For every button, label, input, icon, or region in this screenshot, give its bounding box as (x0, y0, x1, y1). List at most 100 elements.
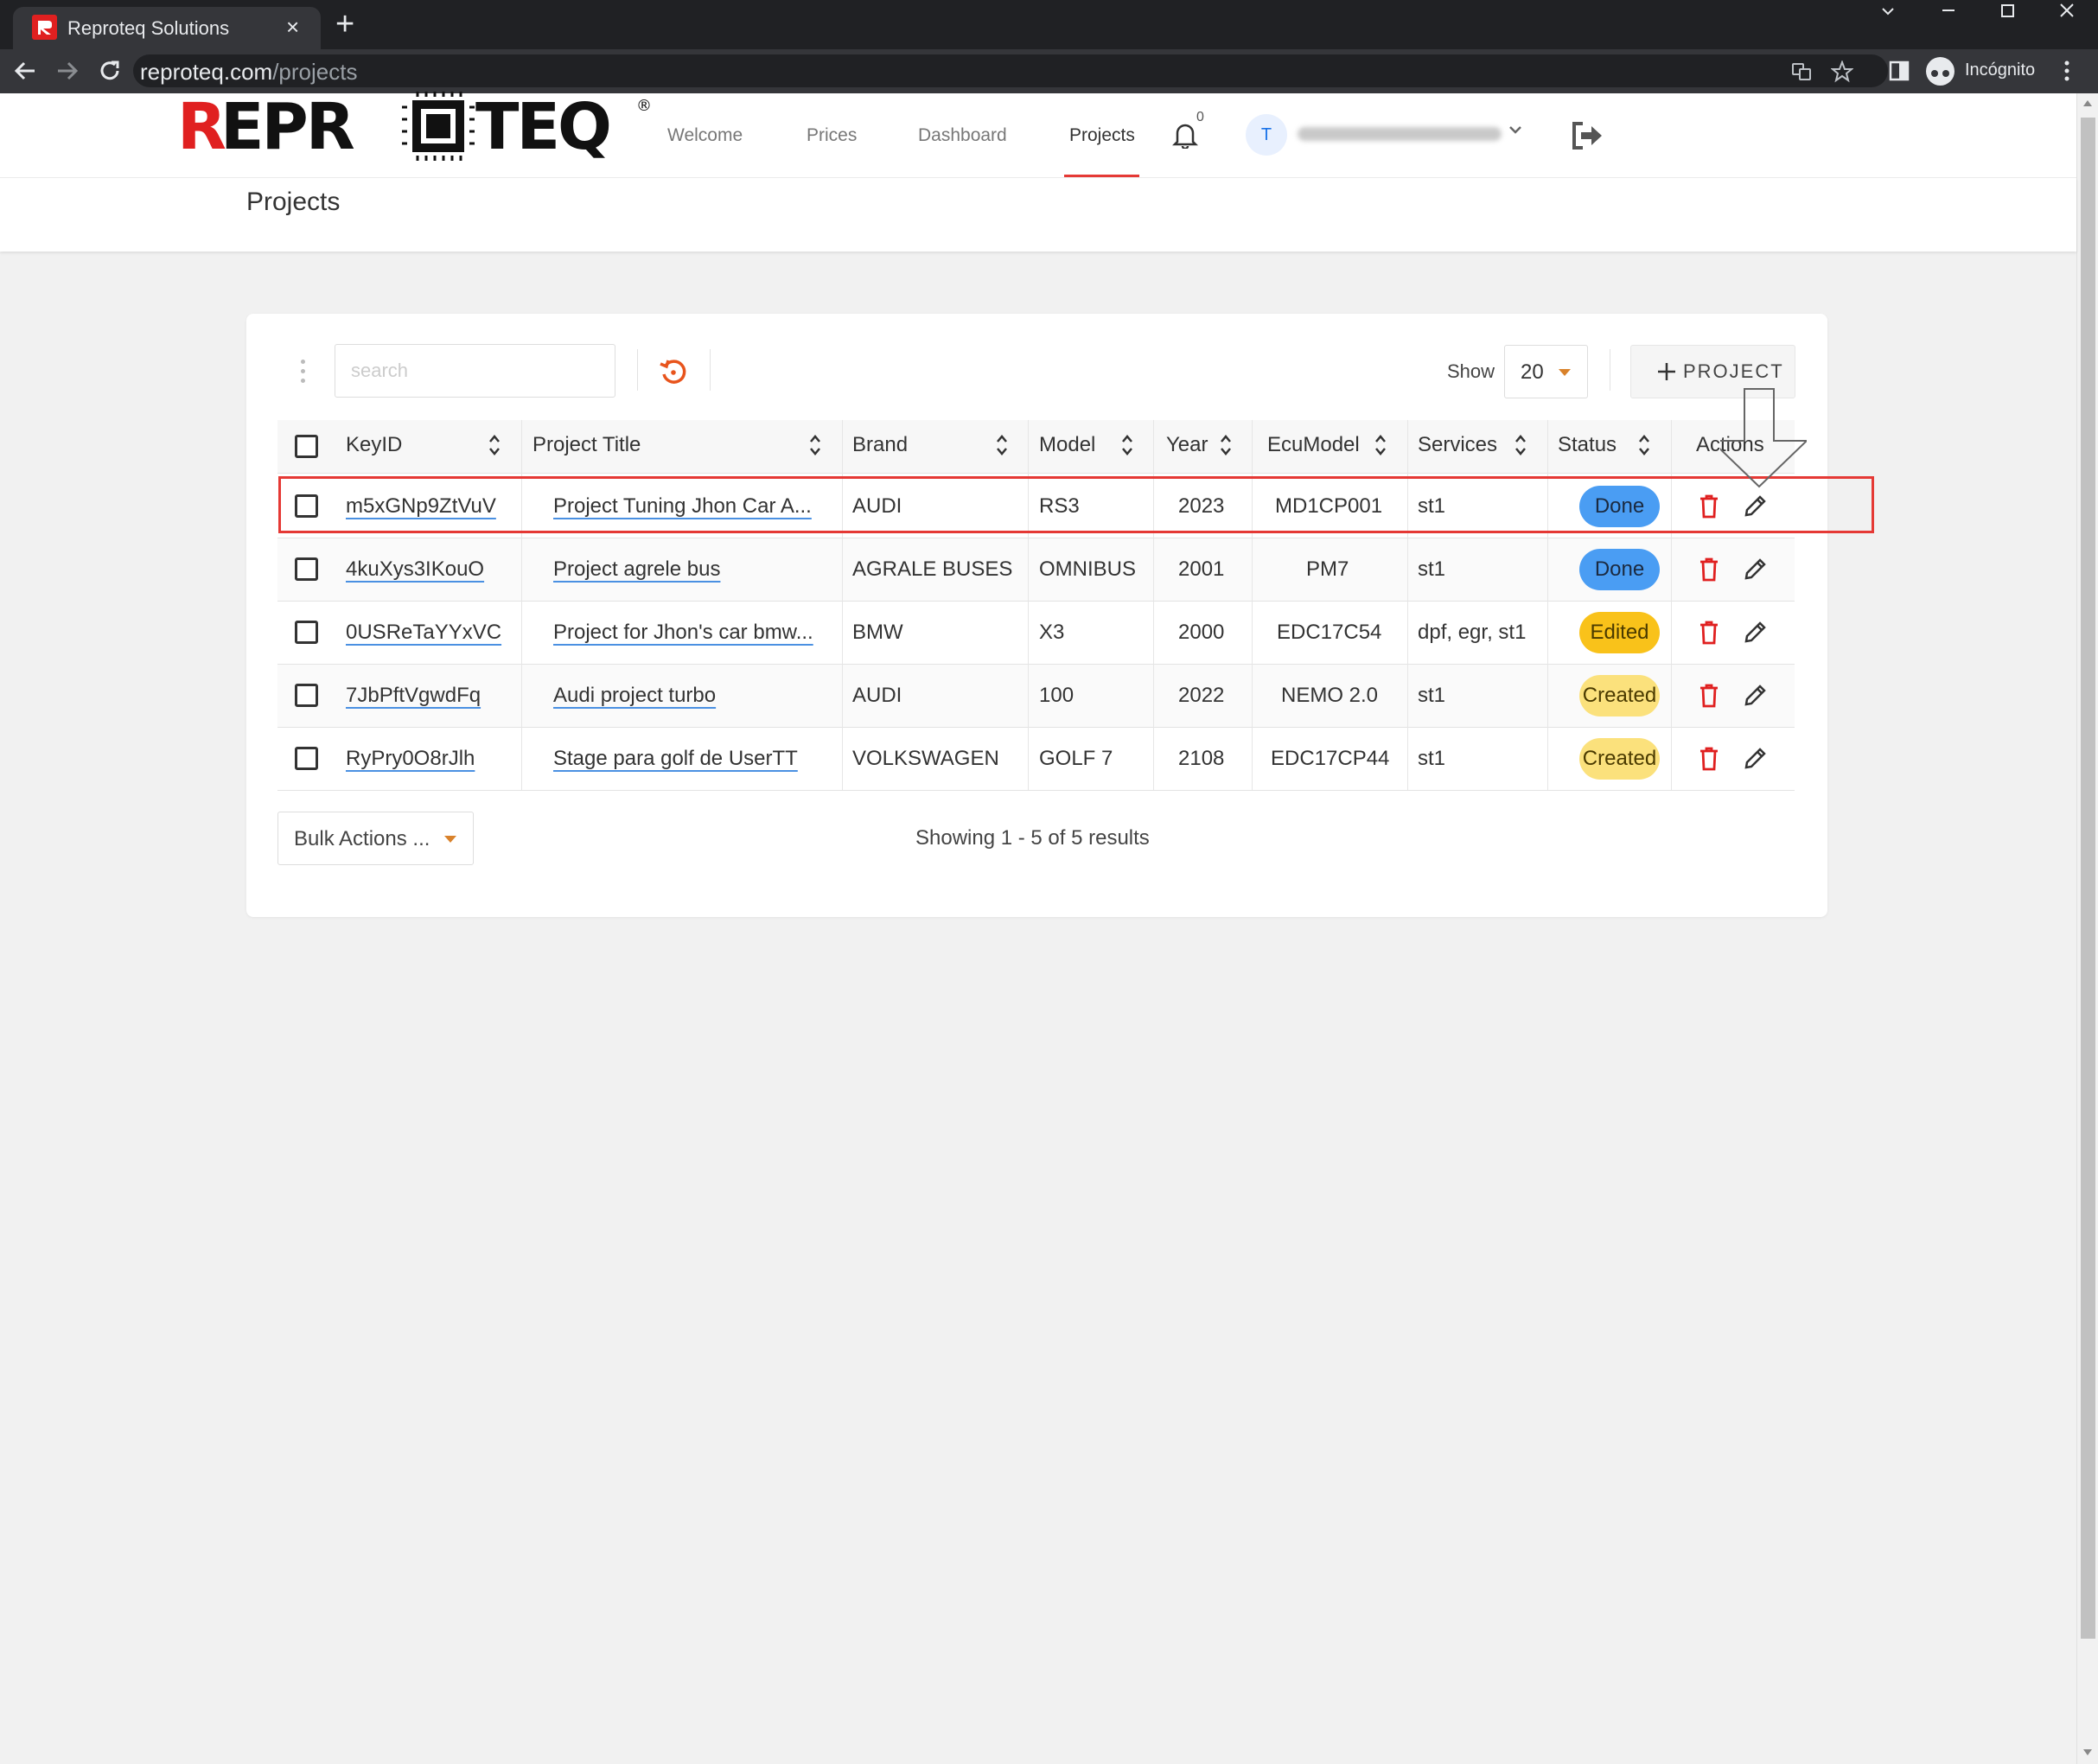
nav-projects[interactable]: Projects (1069, 125, 1135, 146)
status-badge: Created (1579, 738, 1660, 780)
services-cell: dpf, egr, st1 (1418, 621, 1527, 644)
header-brand[interactable]: Brand (852, 433, 908, 457)
sort-year-icon[interactable] (1220, 432, 1232, 458)
notification-bell-icon[interactable] (1172, 121, 1198, 149)
close-window-icon[interactable] (2048, 0, 2086, 26)
reset-filters-icon[interactable] (659, 357, 688, 386)
minimize-icon[interactable] (1929, 0, 1967, 26)
year-cell: 2000 (1178, 621, 1225, 644)
bulk-actions-select[interactable]: Bulk Actions ... (277, 812, 474, 865)
project-title-link[interactable]: Project for Jhon's car bmw... (553, 621, 813, 645)
ecumodel-cell: EDC17C54 (1277, 621, 1382, 644)
sort-project-title-icon[interactable] (809, 432, 821, 458)
header-status[interactable]: Status (1558, 433, 1617, 457)
reload-icon[interactable] (97, 58, 123, 84)
toolbar-divider (710, 349, 711, 391)
delete-trash-icon[interactable] (1699, 621, 1719, 645)
page-scrollbar[interactable] (2076, 93, 2098, 1764)
results-summary: Showing 1 - 5 of 5 results (915, 826, 1150, 850)
keyid-link[interactable]: RyPry0O8rJlh (346, 747, 475, 771)
delete-trash-icon[interactable] (1699, 684, 1719, 708)
scrollbar-thumb[interactable] (2081, 118, 2095, 1639)
page-title: Projects (246, 188, 341, 216)
page-size-value: 20 (1521, 360, 1544, 384)
header-year[interactable]: Year (1166, 433, 1208, 457)
header-project-title[interactable]: Project Title (532, 433, 641, 457)
browser-tab[interactable]: Reproteq Solutions × (13, 7, 321, 49)
delete-trash-icon[interactable] (1699, 747, 1719, 771)
page-size-select[interactable]: 20 (1504, 345, 1588, 398)
browser-menu-icon[interactable] (2062, 60, 2072, 82)
scroll-down-icon[interactable] (2082, 1748, 2093, 1757)
address-bar[interactable]: reproteq.com/projects (133, 54, 1888, 87)
logout-icon[interactable] (1571, 121, 1605, 150)
header-ecumodel[interactable]: EcuModel (1267, 433, 1360, 457)
bulk-actions-label: Bulk Actions ... (294, 827, 430, 850)
year-cell: 2022 (1178, 684, 1225, 707)
user-menu-chevron-icon[interactable] (1508, 124, 1522, 135)
table-row[interactable] (277, 665, 1795, 728)
keyid-link[interactable]: 4kuXys3IKouO (346, 557, 484, 582)
nav-dashboard[interactable]: Dashboard (918, 125, 1007, 146)
sort-status-icon[interactable] (1638, 432, 1650, 458)
select-all-checkbox[interactable] (295, 435, 318, 458)
svg-text:R: R (177, 92, 226, 164)
table-row[interactable] (277, 538, 1795, 602)
toolbar-divider (637, 349, 638, 391)
table-row[interactable] (277, 728, 1795, 791)
nav-prices[interactable]: Prices (807, 125, 857, 146)
services-cell: st1 (1418, 684, 1446, 707)
project-title-link[interactable]: Stage para golf de UserTT (553, 747, 798, 771)
reproteq-logo[interactable]: R EPR TEQ ® (177, 90, 653, 170)
project-title-link[interactable]: Audi project turbo (553, 684, 716, 708)
incognito-icon (1926, 57, 1955, 86)
keyid-link[interactable]: 0USReTaYYxVC (346, 621, 501, 645)
sort-keyid-icon[interactable] (488, 432, 501, 458)
nav-active-indicator (1064, 175, 1139, 177)
plus-icon (1658, 363, 1675, 380)
sort-model-icon[interactable] (1121, 432, 1133, 458)
new-tab-button[interactable]: + (335, 7, 354, 41)
header-services[interactable]: Services (1418, 433, 1497, 457)
edit-pencil-icon[interactable] (1743, 619, 1769, 645)
user-email-redacted[interactable] (1298, 127, 1502, 141)
services-cell: st1 (1418, 557, 1446, 581)
incognito-profile-button[interactable]: Incógnito (1924, 54, 2040, 87)
row-checkbox[interactable] (295, 684, 318, 707)
table-row[interactable] (277, 602, 1795, 665)
header-model[interactable]: Model (1039, 433, 1095, 457)
side-panel-icon[interactable] (1889, 60, 1910, 82)
model-cell: GOLF 7 (1039, 747, 1113, 770)
edit-pencil-icon[interactable] (1743, 556, 1769, 582)
project-title-link[interactable]: Project agrele bus (553, 557, 720, 582)
brand-cell: VOLKSWAGEN (852, 747, 999, 770)
search-input[interactable] (335, 344, 615, 398)
header-keyid[interactable]: KeyID (346, 433, 402, 457)
translate-icon[interactable] (1791, 61, 1812, 82)
row-checkbox[interactable] (295, 747, 318, 770)
brand-cell: AGRALE BUSES (852, 557, 1013, 581)
back-arrow-icon[interactable] (12, 58, 38, 84)
maximize-icon[interactable] (1988, 0, 2026, 26)
user-avatar[interactable]: T (1246, 114, 1287, 156)
nav-welcome[interactable]: Welcome (667, 125, 743, 146)
sort-services-icon[interactable] (1515, 432, 1527, 458)
edit-pencil-icon[interactable] (1743, 682, 1769, 708)
column-options-icon[interactable] (300, 360, 307, 384)
services-cell: st1 (1418, 747, 1446, 770)
edit-pencil-icon[interactable] (1743, 745, 1769, 771)
keyid-link[interactable]: 7JbPftVgwdFq (346, 684, 481, 708)
bookmark-star-icon[interactable] (1831, 60, 1853, 83)
scroll-up-icon[interactable] (2082, 99, 2093, 107)
row-checkbox[interactable] (295, 557, 318, 581)
reproteq-logo-icon: R EPR TEQ ® (177, 90, 652, 164)
tab-close-icon[interactable]: × (286, 14, 299, 41)
delete-trash-icon[interactable] (1699, 557, 1719, 582)
sort-brand-icon[interactable] (996, 432, 1008, 458)
forward-arrow-icon[interactable] (54, 58, 80, 84)
status-badge: Done (1579, 549, 1660, 590)
ecumodel-cell: EDC17CP44 (1271, 747, 1390, 770)
sort-ecumodel-icon[interactable] (1374, 432, 1387, 458)
tab-search-chevron-icon[interactable] (1869, 0, 1907, 26)
row-checkbox[interactable] (295, 621, 318, 644)
